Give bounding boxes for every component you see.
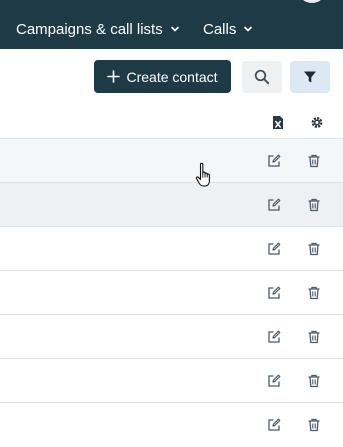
edit-icon[interactable]	[267, 198, 281, 212]
filter-icon	[304, 71, 316, 83]
avatar[interactable]	[297, 0, 327, 3]
nav-calls-label: Calls	[203, 20, 237, 38]
nav-calls[interactable]: Calls	[203, 19, 253, 39]
trash-icon[interactable]	[307, 242, 321, 256]
trash-icon[interactable]	[307, 330, 321, 344]
table-row[interactable]	[0, 271, 343, 315]
nav-campaigns-call-lists[interactable]: Campaigns & call lists	[16, 19, 180, 39]
edit-icon[interactable]	[267, 374, 281, 388]
search-icon	[254, 69, 270, 85]
search-button[interactable]	[242, 61, 282, 93]
edit-icon[interactable]	[267, 286, 281, 300]
hand-pointer-cursor-icon	[195, 162, 210, 187]
chevron-down-icon	[170, 26, 179, 32]
trash-icon[interactable]	[307, 198, 321, 212]
table-row[interactable]	[0, 359, 343, 403]
top-navigation-bar: Campaigns & call lists Calls	[0, 0, 343, 49]
edit-icon[interactable]	[267, 418, 281, 432]
table-row[interactable]	[0, 139, 343, 183]
toolbar: Create contact	[0, 49, 343, 106]
table-row[interactable]	[0, 227, 343, 271]
gear-icon[interactable]	[310, 115, 324, 130]
excel-export-icon[interactable]	[271, 115, 285, 130]
trash-icon[interactable]	[307, 286, 321, 300]
trash-icon[interactable]	[307, 418, 321, 432]
chevron-down-icon	[244, 26, 253, 32]
table-row[interactable]	[0, 315, 343, 359]
edit-icon[interactable]	[267, 242, 281, 256]
create-contact-button[interactable]: Create contact	[94, 60, 231, 93]
trash-icon[interactable]	[307, 374, 321, 388]
create-contact-label: Create contact	[126, 68, 218, 85]
table-row[interactable]	[0, 403, 343, 447]
plus-icon	[107, 70, 121, 83]
edit-icon[interactable]	[267, 330, 281, 344]
nav-campaigns-label: Campaigns & call lists	[16, 20, 163, 38]
trash-icon[interactable]	[307, 154, 321, 168]
filter-button[interactable]	[290, 61, 330, 93]
table-header-row	[0, 106, 343, 139]
edit-icon[interactable]	[267, 154, 281, 168]
table-row[interactable]	[0, 183, 343, 227]
